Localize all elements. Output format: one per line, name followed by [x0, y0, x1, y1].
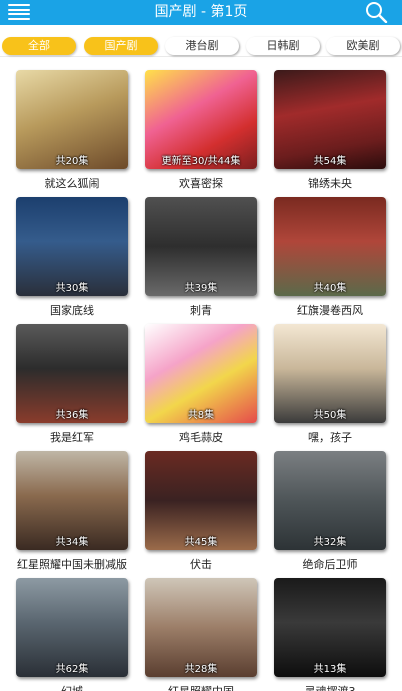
poster-image[interactable]: 共28集: [145, 578, 257, 677]
episode-count: 共62集: [55, 664, 89, 675]
poster-image[interactable]: 共32集: [274, 451, 386, 550]
category-tabs: 全部 国产剧 港台剧 日韩剧 欧美剧: [0, 33, 402, 57]
page-title: 国产剧 - 第1页: [154, 4, 248, 20]
drama-card[interactable]: 共62集 幻城: [16, 578, 128, 691]
drama-title[interactable]: 伏击: [137, 556, 265, 572]
poster-image[interactable]: 共20集: [16, 70, 128, 169]
drama-card[interactable]: 共40集 红旗漫卷西风: [274, 197, 386, 322]
drama-title[interactable]: 刺青: [137, 302, 265, 318]
tab-jp-kr[interactable]: 日韩剧: [246, 37, 320, 55]
poster-image[interactable]: 共39集: [145, 197, 257, 296]
poster-image[interactable]: 共40集: [274, 197, 386, 296]
poster-image[interactable]: 共36集: [16, 324, 128, 423]
search-icon[interactable]: [364, 1, 388, 23]
drama-card[interactable]: 共32集 绝命后卫师: [274, 451, 386, 576]
episode-count: 共39集: [184, 283, 218, 294]
drama-title[interactable]: 嘿，孩子: [266, 429, 394, 445]
drama-title[interactable]: 红星照耀中国未删减版: [8, 556, 136, 572]
drama-title[interactable]: 灵魂摆渡3: [266, 683, 394, 691]
drama-card[interactable]: 共13集 灵魂摆渡3: [274, 578, 386, 691]
poster-image[interactable]: 共45集: [145, 451, 257, 550]
episode-count: 共8集: [187, 410, 215, 421]
drama-card[interactable]: 共50集 嘿，孩子: [274, 324, 386, 449]
drama-card[interactable]: 共20集 就这么狐闹: [16, 70, 128, 195]
episode-count: 共36集: [55, 410, 89, 421]
episode-count: 共50集: [313, 410, 347, 421]
episode-count: 共20集: [55, 156, 89, 167]
drama-title[interactable]: 欢喜密探: [137, 175, 265, 191]
episode-count: 更新至30/共44集: [161, 156, 241, 167]
drama-title[interactable]: 鸡毛蒜皮: [137, 429, 265, 445]
drama-card[interactable]: 共30集 国家底线: [16, 197, 128, 322]
poster-image[interactable]: 共30集: [16, 197, 128, 296]
poster-image[interactable]: 共62集: [16, 578, 128, 677]
drama-title[interactable]: 国家底线: [8, 302, 136, 318]
drama-card[interactable]: 共39集 刺青: [145, 197, 257, 322]
drama-card[interactable]: 更新至30/共44集 欢喜密探: [145, 70, 257, 195]
drama-card[interactable]: 共54集 锦绣未央: [274, 70, 386, 195]
top-bar: 国产剧 - 第1页: [0, 0, 402, 25]
drama-title[interactable]: 红旗漫卷西风: [266, 302, 394, 318]
poster-image[interactable]: 共13集: [274, 578, 386, 677]
poster-image[interactable]: 更新至30/共44集: [145, 70, 257, 169]
drama-card[interactable]: 共45集 伏击: [145, 451, 257, 576]
drama-title[interactable]: 就这么狐闹: [8, 175, 136, 191]
tab-domestic[interactable]: 国产剧: [84, 37, 158, 55]
episode-count: 共54集: [313, 156, 347, 167]
episode-count: 共28集: [184, 664, 218, 675]
drama-title[interactable]: 红星照耀中国: [137, 683, 265, 691]
poster-image[interactable]: 共50集: [274, 324, 386, 423]
episode-count: 共34集: [55, 537, 89, 548]
poster-image[interactable]: 共34集: [16, 451, 128, 550]
episode-count: 共32集: [313, 537, 347, 548]
drama-card[interactable]: 共28集 红星照耀中国: [145, 578, 257, 691]
drama-card[interactable]: 共36集 我是红军: [16, 324, 128, 449]
episode-count: 共40集: [313, 283, 347, 294]
poster-image[interactable]: 共54集: [274, 70, 386, 169]
drama-title[interactable]: 锦绣未央: [266, 175, 394, 191]
episode-count: 共45集: [184, 537, 218, 548]
tab-all[interactable]: 全部: [2, 37, 76, 55]
drama-card[interactable]: 共8集 鸡毛蒜皮: [145, 324, 257, 449]
episode-count: 共13集: [313, 664, 347, 675]
drama-title[interactable]: 幻城: [8, 683, 136, 691]
drama-card[interactable]: 共34集 红星照耀中国未删减版: [16, 451, 128, 576]
drama-title[interactable]: 绝命后卫师: [266, 556, 394, 572]
drama-title[interactable]: 我是红军: [8, 429, 136, 445]
tab-western[interactable]: 欧美剧: [326, 37, 400, 55]
tab-hk-tw[interactable]: 港台剧: [165, 37, 239, 55]
poster-image[interactable]: 共8集: [145, 324, 257, 423]
episode-count: 共30集: [55, 283, 89, 294]
